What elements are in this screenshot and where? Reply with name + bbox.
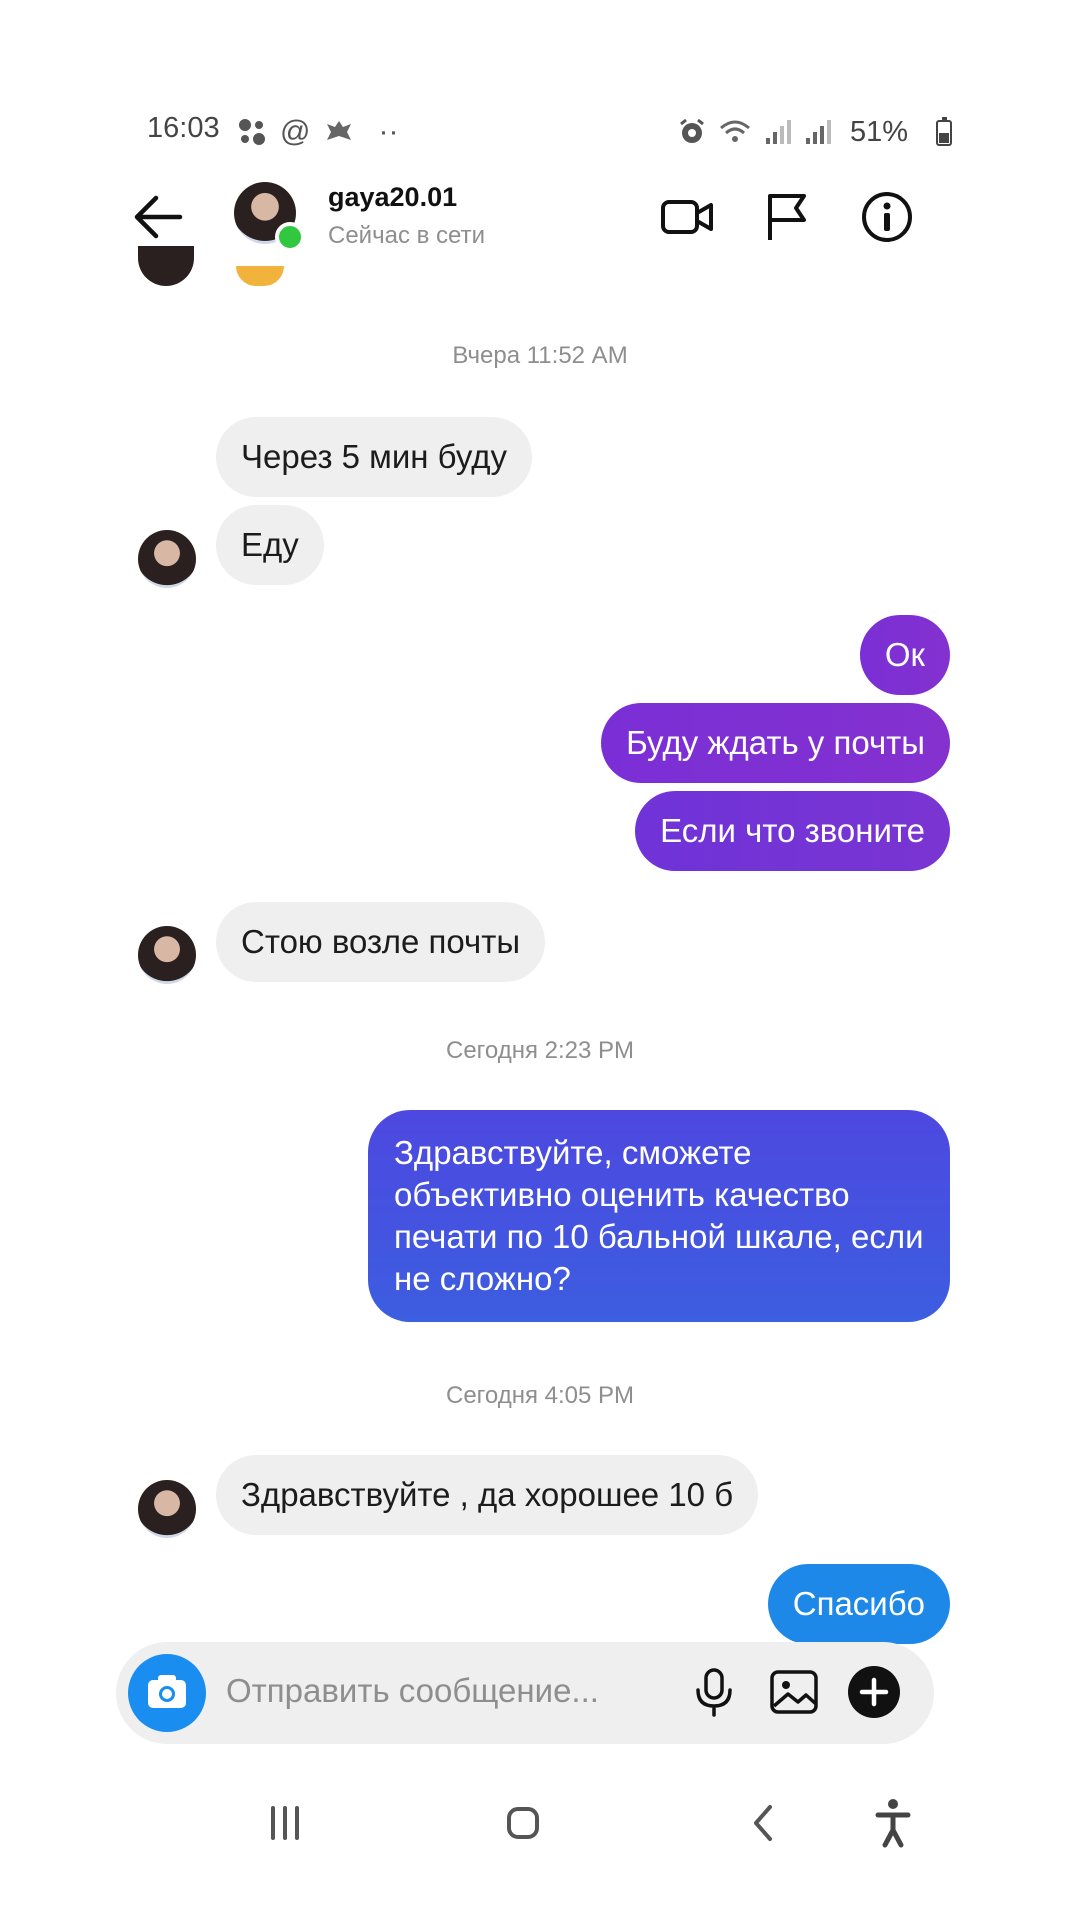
outgoing-message[interactable]: Если что звоните (635, 791, 950, 871)
status-time: 16:03 (147, 112, 220, 144)
outgoing-message[interactable]: Ок (859, 615, 950, 695)
system-icons: 51% (678, 112, 908, 152)
back-icon[interactable] (728, 1788, 798, 1858)
signal-icon-sim1 (765, 120, 791, 144)
wifi-icon (719, 120, 750, 142)
message-timestamp: Сегодня 2:23 PM (445, 1037, 635, 1064)
system-navigation-bar (0, 1756, 1080, 1906)
incoming-message[interactable]: Стою возле почты (216, 902, 546, 982)
camera-button[interactable] (128, 1654, 206, 1732)
video-call-icon[interactable] (658, 188, 716, 246)
at-sign-icon: @ (280, 115, 311, 148)
message-input[interactable]: Отправить сообщение... (226, 1672, 599, 1710)
battery-percent: 51% (849, 115, 908, 148)
message-timestamp: Сегодня 4:05 PM (445, 1382, 635, 1409)
back-arrow-icon[interactable] (130, 192, 186, 242)
microphone-icon[interactable] (686, 1664, 742, 1720)
outgoing-message[interactable]: Здравствуйте, сможете объективно оценить… (368, 1110, 950, 1322)
gallery-icon[interactable] (766, 1664, 822, 1720)
contact-message-avatar[interactable] (138, 1480, 196, 1538)
online-indicator (275, 222, 305, 252)
battery-icon (936, 117, 952, 146)
outgoing-message[interactable]: Спасибо (767, 1564, 950, 1644)
flag-icon[interactable] (758, 188, 816, 246)
incoming-message[interactable]: Через 5 мин буду (216, 417, 532, 497)
apps-notification-icon (239, 119, 265, 145)
contact-message-avatar[interactable] (138, 926, 196, 984)
home-icon[interactable] (488, 1788, 558, 1858)
status-bar: 16:03 @ ·· 51% (0, 112, 1080, 162)
contact-message-avatar[interactable] (138, 530, 196, 588)
accessibility-icon[interactable] (858, 1788, 928, 1858)
incoming-message[interactable]: Здравствуйте , да хорошее 10 б (216, 1455, 759, 1535)
contact-presence: Сейчас в сети (328, 222, 485, 249)
incoming-message[interactable]: Еду (216, 505, 324, 585)
emblem-icon (327, 121, 352, 140)
signal-icon-sim2 (805, 120, 831, 144)
more-notifications-icon: ·· (378, 115, 399, 148)
recent-apps-icon[interactable] (250, 1788, 320, 1858)
outgoing-message[interactable]: Буду ждать у почты (601, 703, 950, 783)
message-composer: Отправить сообщение... (116, 1642, 934, 1744)
plus-icon[interactable] (846, 1664, 902, 1720)
contact-username[interactable]: gaya20.01 (328, 182, 457, 213)
camera-icon (148, 1675, 186, 1708)
notification-icons: @ ·· (238, 112, 398, 152)
info-icon[interactable] (858, 188, 916, 246)
message-timestamp: Вчера 11:52 AM (452, 342, 628, 369)
alarm-icon (680, 118, 704, 143)
